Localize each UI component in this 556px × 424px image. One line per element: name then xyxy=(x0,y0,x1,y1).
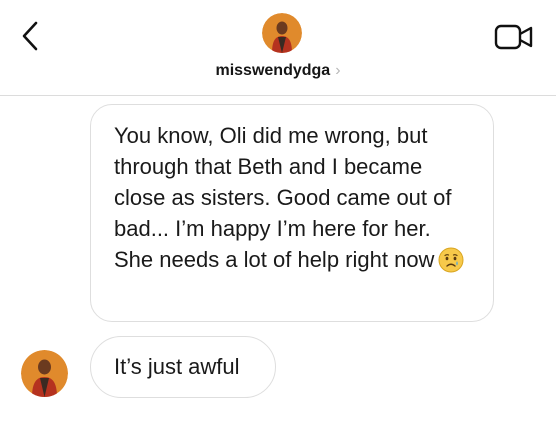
crying-face-icon xyxy=(438,247,464,281)
chevron-left-icon xyxy=(22,21,38,51)
back-button[interactable] xyxy=(16,18,44,54)
video-camera-icon xyxy=(494,24,533,50)
message-text: It’s just awful xyxy=(114,354,240,379)
header-avatar[interactable] xyxy=(262,13,302,53)
message-text: You know, Oli did me wrong, but through … xyxy=(114,123,452,272)
username[interactable]: misswendydga xyxy=(215,62,330,80)
chat-header: misswendydga › xyxy=(0,0,556,96)
username-row[interactable]: misswendydga › xyxy=(0,62,556,80)
chevron-right-icon: › xyxy=(335,62,341,79)
message-bubble[interactable]: It’s just awful xyxy=(90,336,276,398)
video-call-button[interactable] xyxy=(494,24,534,50)
sender-avatar[interactable] xyxy=(21,350,68,397)
message-bubble[interactable]: You know, Oli did me wrong, but through … xyxy=(90,104,494,322)
